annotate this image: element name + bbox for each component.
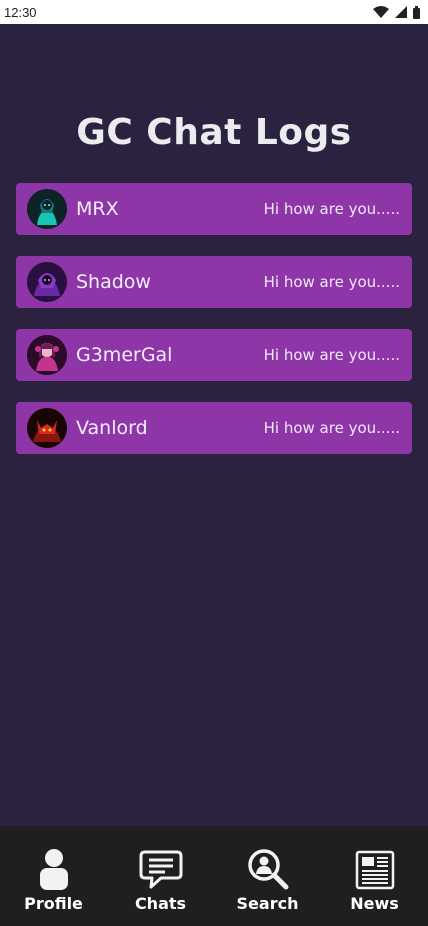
nav-search[interactable]: Search [214,826,321,926]
status-time: 12:30 [4,4,37,20]
chat-logs-screen: GC Chat Logs MRX Hi how are you..... Sha… [0,24,428,826]
nav-label: Profile [24,894,83,913]
chat-preview: Hi how are you..... [263,346,400,364]
chat-preview: Hi how are you..... [263,419,400,437]
chat-bubble-icon [139,846,183,890]
chat-name: Vanlord [76,417,148,439]
bottom-nav: Profile Chats Search News [0,826,428,926]
newspaper-icon [355,846,395,890]
chat-name: G3merGal [76,344,173,366]
mrx-avatar [27,189,67,229]
nav-chats[interactable]: Chats [107,826,214,926]
status-bar: 12:30 [0,0,428,24]
g3mergal-avatar [27,335,67,375]
status-icons [373,5,420,19]
vanlord-avatar [27,408,67,448]
search-user-icon [247,846,289,890]
chat-item-g3mergal[interactable]: G3merGal Hi how are you..... [16,329,412,381]
chat-item-shadow[interactable]: Shadow Hi how are you..... [16,256,412,308]
cellular-signal-icon [395,6,407,18]
nav-label: Search [236,894,299,913]
nav-profile[interactable]: Profile [0,826,107,926]
chat-list: MRX Hi how are you..... Shadow Hi how ar… [16,183,412,475]
wifi-icon [373,6,389,18]
chat-item-mrx[interactable]: MRX Hi how are you..... [16,183,412,235]
profile-icon [39,846,69,890]
shadow-avatar [27,262,67,302]
nav-news[interactable]: News [321,826,428,926]
chat-item-vanlord[interactable]: Vanlord Hi how are you..... [16,402,412,454]
chat-preview: Hi how are you..... [263,273,400,291]
nav-label: News [350,894,399,913]
battery-icon [413,5,420,19]
chat-name: MRX [76,198,119,220]
chat-name: Shadow [76,271,151,293]
chat-preview: Hi how are you..... [263,200,400,218]
page-title: GC Chat Logs [76,112,352,153]
nav-label: Chats [134,894,187,913]
